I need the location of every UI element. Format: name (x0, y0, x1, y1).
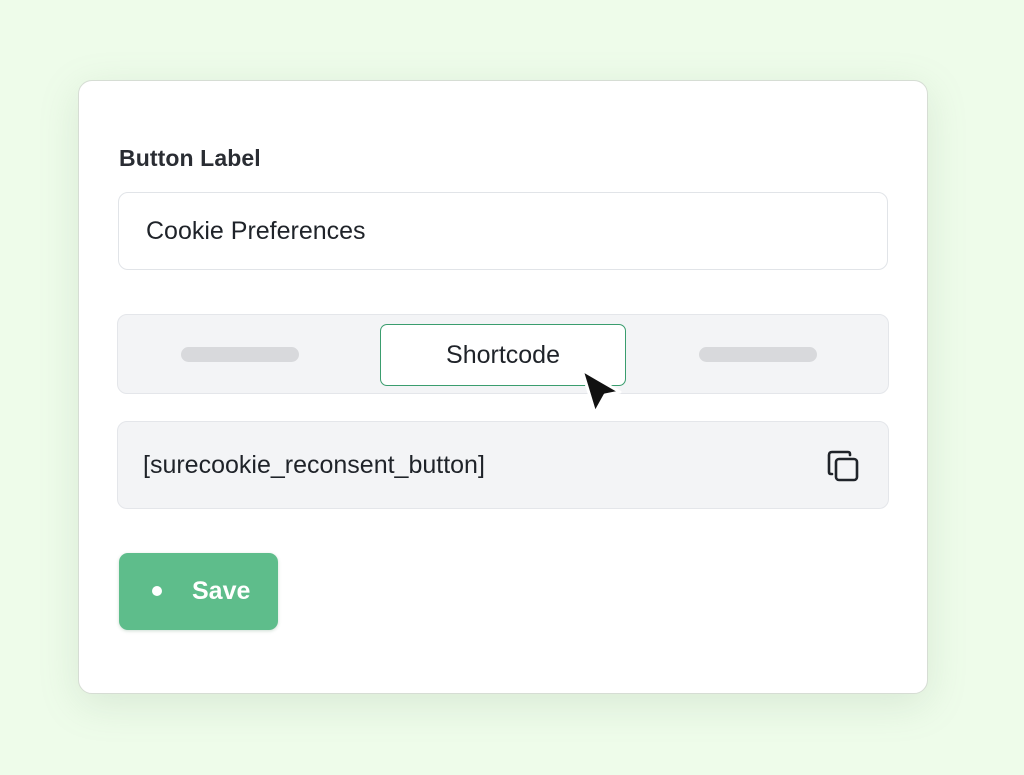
tab-placeholder-right[interactable] (699, 347, 817, 362)
tab-placeholder-left[interactable] (181, 347, 299, 362)
shortcode-value: [surecookie_reconsent_button] (143, 451, 485, 479)
tab-shortcode[interactable]: Shortcode (380, 324, 626, 386)
shortcode-field: [surecookie_reconsent_button] (117, 421, 889, 509)
settings-card: Button Label Shortcode [surecookie_recon… (78, 80, 928, 694)
button-label-heading: Button Label (119, 145, 261, 171)
display-type-tabs: Shortcode (117, 314, 889, 394)
save-button-label: Save (192, 577, 251, 605)
button-label-input[interactable] (118, 192, 888, 270)
loading-dot-icon (152, 586, 162, 596)
copy-icon[interactable] (823, 446, 863, 486)
save-button[interactable]: Save (119, 553, 278, 630)
